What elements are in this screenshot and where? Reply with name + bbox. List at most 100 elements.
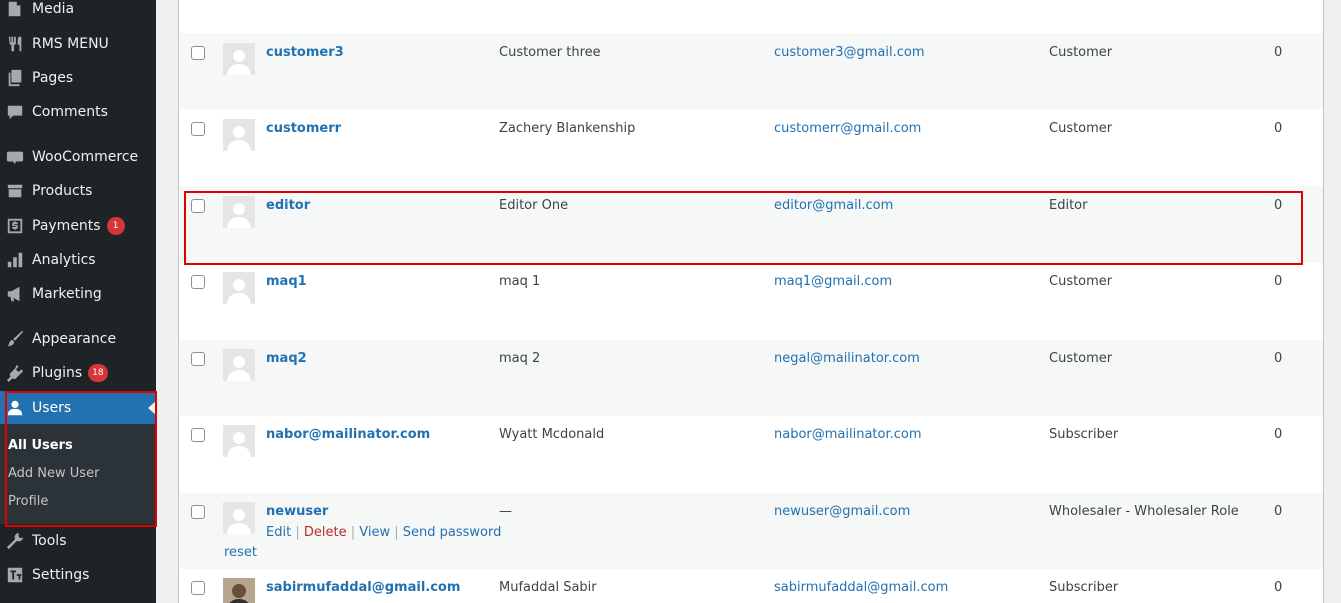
products-icon [6,182,24,200]
user-role: Subscriber [1049,427,1119,442]
user-email-link[interactable]: editor@gmail.com [774,198,893,213]
sidebar-item-payments[interactable]: Payments 1 [0,209,156,243]
woocommerce-icon [6,148,24,166]
send-password-reset-link-wrap[interactable]: reset [224,545,257,560]
username-link[interactable]: sabirmufaddal@gmail.com [266,580,460,595]
avatar [223,196,255,228]
separator: | [295,525,300,540]
submenu-all-users[interactable]: All Users [8,438,73,453]
plugins-icon [6,364,24,382]
settings-icon [6,566,24,584]
user-posts-count: 0 [1274,45,1283,60]
username-link[interactable]: editor [266,198,310,213]
sidebar-item-tools[interactable]: Tools [0,524,156,558]
current-menu-arrow [148,401,156,415]
send-password-reset-link[interactable]: Send password [403,525,502,540]
user-name: Mufaddal Sabir [499,580,597,595]
submenu-add-new-user[interactable]: Add New User [8,466,99,481]
sidebar-item-woocommerce[interactable]: WooCommerce [0,140,156,174]
row-checkbox[interactable] [191,275,205,289]
sidebar-item-users[interactable]: Users [0,391,156,425]
row-checkbox[interactable] [191,46,205,60]
row-checkbox[interactable] [191,505,205,519]
sidebar-item-label: Users [32,400,72,416]
username-link[interactable]: newuser [266,504,328,519]
user-name: Wyatt Mcdonald [499,427,605,442]
username-link[interactable]: customerr [266,121,341,136]
sidebar-item-products[interactable]: Products [0,174,156,208]
row-actions: Edit | Delete | View | Send password [266,525,501,540]
separator: | [350,525,356,540]
user-email-link[interactable]: newuser@gmail.com [774,504,910,519]
user-email-link[interactable]: negal@mailinator.com [774,351,920,366]
sidebar-item-pages[interactable]: Pages [0,61,156,95]
payments-icon [6,217,24,235]
username-link[interactable]: nabor@mailinator.com [266,427,430,442]
user-name: maq 1 [499,274,541,289]
user-email-link[interactable]: sabirmufaddal@gmail.com [774,580,948,595]
sidebar-item-label: Payments [32,218,101,234]
avatar [223,578,255,603]
table-row: maq1 maq 1 maq1@gmail.com Customer 0 [179,263,1323,340]
table-row: sabirmufaddal@gmail.com Mufaddal Sabir s… [179,569,1323,603]
username-link[interactable]: maq1 [266,274,307,289]
user-email-link[interactable]: maq1@gmail.com [774,274,892,289]
user-email-link[interactable]: nabor@mailinator.com [774,427,922,442]
admin-sidebar: Media RMS MENU Pages Comments WooCommerc… [0,0,156,603]
row-checkbox[interactable] [191,122,205,136]
avatar [223,43,255,75]
paintbrush-icon [6,330,24,348]
sidebar-item-appearance[interactable]: Appearance [0,322,156,356]
avatar [223,502,255,534]
user-name: Zachery Blankenship [499,121,636,136]
user-posts-count: 0 [1274,427,1283,442]
row-checkbox[interactable] [191,352,205,366]
sidebar-item-label: Comments [32,104,108,120]
sidebar-item-label: Products [32,183,93,199]
sidebar-item-rms-menu[interactable]: RMS MENU [0,27,156,61]
user-name: Customer three [499,45,601,60]
sidebar-item-media[interactable]: Media [0,0,156,26]
sidebar-item-label: Media [32,1,75,17]
user-posts-count: 0 [1274,274,1283,289]
users-table: customer3 Customer three customer3@gmail… [178,0,1324,603]
sidebar-item-settings[interactable]: Settings [0,558,156,592]
user-role: Editor [1049,198,1088,213]
sidebar-item-label: WooCommerce [32,149,139,165]
media-icon [6,0,24,18]
table-row: editor Editor One editor@gmail.com Edito… [179,186,1323,263]
row-checkbox[interactable] [191,581,205,595]
pages-icon [6,69,24,87]
user-email-link[interactable]: customerr@gmail.com [774,121,921,136]
payments-count-badge: 1 [106,217,125,235]
sidebar-item-label: Marketing [32,286,102,302]
sidebar-item-marketing[interactable]: Marketing [0,277,156,311]
user-posts-count: 0 [1274,351,1283,366]
user-name: Editor One [499,198,569,213]
analytics-icon [6,251,24,269]
username-link[interactable]: maq2 [266,351,307,366]
row-checkbox[interactable] [191,428,205,442]
user-role: Customer [1049,351,1113,366]
avatar [223,425,255,457]
user-email-link[interactable]: customer3@gmail.com [774,45,925,60]
user-role: Wholesaler - Wholesaler Role [1049,504,1239,519]
user-posts-count: 0 [1274,198,1283,213]
table-row: customer3 Customer three customer3@gmail… [179,33,1323,109]
view-link[interactable]: View [359,525,390,540]
submenu-profile[interactable]: Profile [8,494,48,509]
users-icon [6,399,24,417]
sidebar-item-plugins[interactable]: Plugins 18 [0,356,156,390]
delete-link[interactable]: Delete [304,525,347,540]
plugins-count-badge: 18 [88,364,108,382]
sidebar-item-comments[interactable]: Comments [0,95,156,129]
user-posts-count: 0 [1274,121,1283,136]
sidebar-item-label: Plugins [32,365,83,381]
edit-link[interactable]: Edit [266,525,291,540]
username-link[interactable]: customer3 [266,45,344,60]
avatar [223,349,255,381]
table-row: nabor@mailinator.com Wyatt Mcdonald nabo… [179,416,1323,493]
sidebar-item-analytics[interactable]: Analytics [0,243,156,277]
user-posts-count: 0 [1274,504,1283,519]
row-checkbox[interactable] [191,199,205,213]
